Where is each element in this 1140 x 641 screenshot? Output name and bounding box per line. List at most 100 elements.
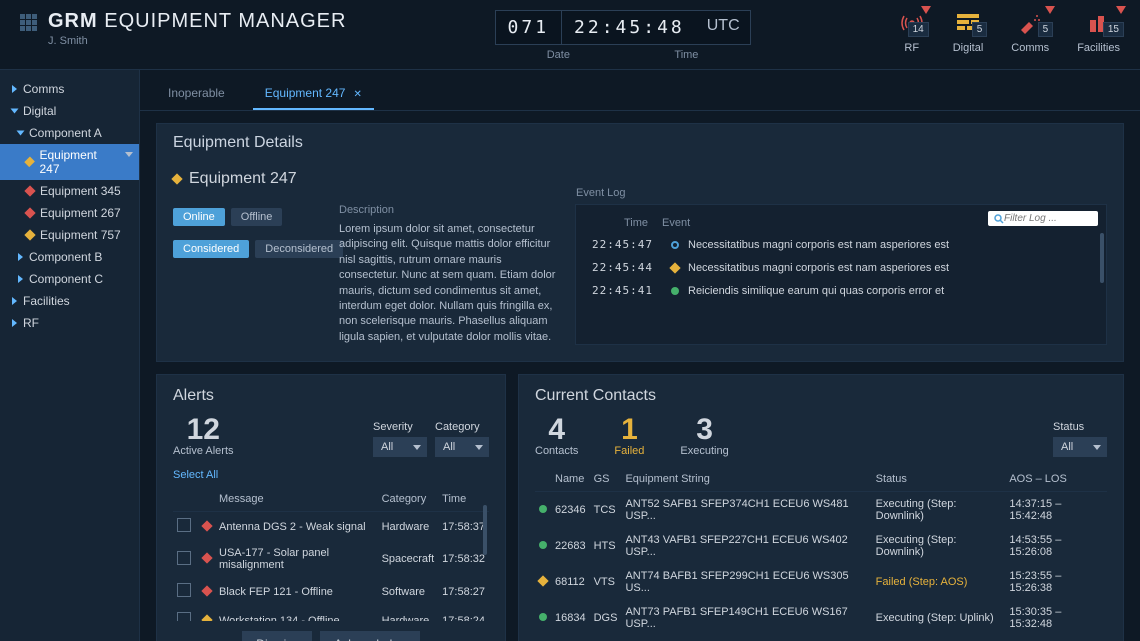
clock-time-label: Time [674,49,698,61]
contacts-label: Contacts [535,445,578,457]
select-all-link[interactable]: Select All [173,469,218,481]
failed-label: Failed [614,445,644,457]
caret-icon [12,297,17,305]
col-aos[interactable]: AOS – LOS [1005,467,1107,492]
sidebar-item[interactable]: Component A [0,122,139,144]
log-filter-input[interactable] [1004,213,1092,224]
contact-status: Executing (Step: Downlink) [872,528,1006,564]
contact-name: 22683 [551,528,590,564]
status-select[interactable]: All [1053,437,1107,457]
checkbox[interactable] [177,518,191,532]
table-row[interactable]: Black FEP 121 - OfflineSoftware17:58:27 [173,577,489,606]
sidebar-item[interactable]: Equipment 247 [0,144,139,180]
log-text: Reiciendis similique earum qui quas corp… [688,285,944,297]
caret-icon [12,319,17,327]
executing-label: Executing [680,445,728,457]
table-row[interactable]: 22683HTSANT43 VAFB1 SFEP227CH1 ECEU6 WS4… [535,528,1107,564]
clock-tz: UTC [697,11,750,44]
alert-time: 17:58:27 [438,577,489,606]
contact-status: Executing (Step: Uplink) [872,600,1006,636]
equipment-status-icon [171,173,182,184]
status-icon [24,207,35,218]
sidebar-item[interactable]: Component C [0,268,139,290]
pill-considered[interactable]: Considered [173,240,249,258]
status-label: Comms [1011,42,1049,54]
scrollbar[interactable] [1100,233,1104,283]
global-clock: 071 22:45:48 UTC DateTime [495,10,751,61]
checkbox[interactable] [177,551,191,565]
status-icon [539,505,547,513]
alert-count-label: Active Alerts [173,445,234,457]
sidebar-item[interactable]: Digital [0,100,139,122]
app-title-light: EQUIPMENT MANAGER [104,10,346,32]
scrollbar[interactable] [483,505,487,555]
log-filter[interactable] [988,211,1098,226]
acknowledge-button[interactable]: Acknowledge [320,631,419,641]
sidebar-item[interactable]: Equipment 345 [0,180,139,202]
eventlog-label: Event Log [576,187,626,199]
alert-category: Hardware [378,512,439,542]
pill-deconsidered[interactable]: Deconsidered [255,240,343,258]
status-digital[interactable]: 5 Digital [953,10,984,54]
status-icon [24,157,35,168]
search-icon [994,214,1004,224]
alert-message: Black FEP 121 - Offline [215,577,378,606]
log-row: 22:45:41Reiciendis similique earum qui q… [584,279,1098,302]
sidebar-item[interactable]: Equipment 757 [0,224,139,246]
table-row[interactable]: 16834DGSANT73 PAFB1 SFEP149CH1 ECEU6 WS1… [535,600,1107,636]
status-comms[interactable]: 5 Comms [1011,10,1049,54]
description-text: Lorem ipsum dolor sit amet, consectetur … [339,222,559,345]
close-icon[interactable]: ✕ [353,89,361,100]
sidebar-item[interactable]: Component B [0,246,139,268]
log-text: Necessitatibus magni corporis est nam as… [688,239,949,251]
col-time: Time [592,217,662,229]
contact-eq: ANT74 BAFB1 SFEP299CH1 ECEU6 WS305 US... [621,564,871,600]
status-facilities[interactable]: 15 Facilities [1077,10,1120,54]
col-status[interactable]: Status [872,467,1006,492]
pill-offline[interactable]: Offline [231,208,283,226]
panel-title: Current Contacts [535,387,1107,405]
sidebar-item-label: Component A [29,126,102,140]
col-time[interactable]: Time [438,487,489,512]
status-rf[interactable]: 14 RF [899,10,925,54]
sidebar-item[interactable]: RF [0,312,139,334]
category-select[interactable]: All [435,437,489,457]
table-row[interactable]: Workstation 134 - OfflineHardware17:58:2… [173,606,489,621]
tab[interactable]: Inoperable [156,78,237,110]
contact-gs: TCS [590,492,622,529]
col-name[interactable]: Name [551,467,590,492]
tab[interactable]: Equipment 247 ✕ [253,78,374,110]
log-text: Necessitatibus magni corporis est nam as… [688,262,949,274]
sidebar-item[interactable]: Facilities [0,290,139,312]
pill-online[interactable]: Online [173,208,225,226]
status-label: Status [1053,421,1107,433]
sidebar-item[interactable]: Equipment 267 [0,202,139,224]
table-row[interactable]: 68112VTSANT74 BAFB1 SFEP299CH1 ECEU6 WS3… [535,564,1107,600]
alert-triangle-icon [921,6,931,14]
alert-message: Antenna DGS 2 - Weak signal [215,512,378,542]
tab-label: Equipment 247 [265,86,346,100]
caret-icon [11,109,19,114]
status-label: RF [899,42,925,54]
checkbox[interactable] [177,583,191,597]
severity-select[interactable]: All [373,437,427,457]
sidebar-item-label: RF [23,316,39,330]
col-category[interactable]: Category [378,487,439,512]
status-label: Digital [953,42,984,54]
table-row[interactable]: Antenna DGS 2 - Weak signalHardware17:58… [173,512,489,542]
checkbox[interactable] [177,612,191,621]
status-icon [537,575,548,586]
sidebar-item[interactable]: Comms [0,78,139,100]
dismiss-button[interactable]: Dismiss [242,631,312,641]
panel-title: Alerts [173,387,489,405]
col-gs[interactable]: GS [590,467,622,492]
contact-aos: 15:30:35 – 15:32:48 [1005,600,1107,636]
table-row[interactable]: 62346TCSANT52 SAFB1 SFEP374CH1 ECEU6 WS4… [535,492,1107,529]
col-message[interactable]: Message [215,487,378,512]
severity-icon [201,614,212,621]
contacts-table: NameGSEquipment StringStatusAOS – LOS 62… [535,467,1107,636]
table-row[interactable]: USA-177 - Solar panel misalignmentSpacec… [173,541,489,577]
sidebar-item-label: Equipment 345 [40,184,121,198]
tab-bar: Inoperable Equipment 247 ✕ [140,70,1140,111]
col-eqstring[interactable]: Equipment String [621,467,871,492]
